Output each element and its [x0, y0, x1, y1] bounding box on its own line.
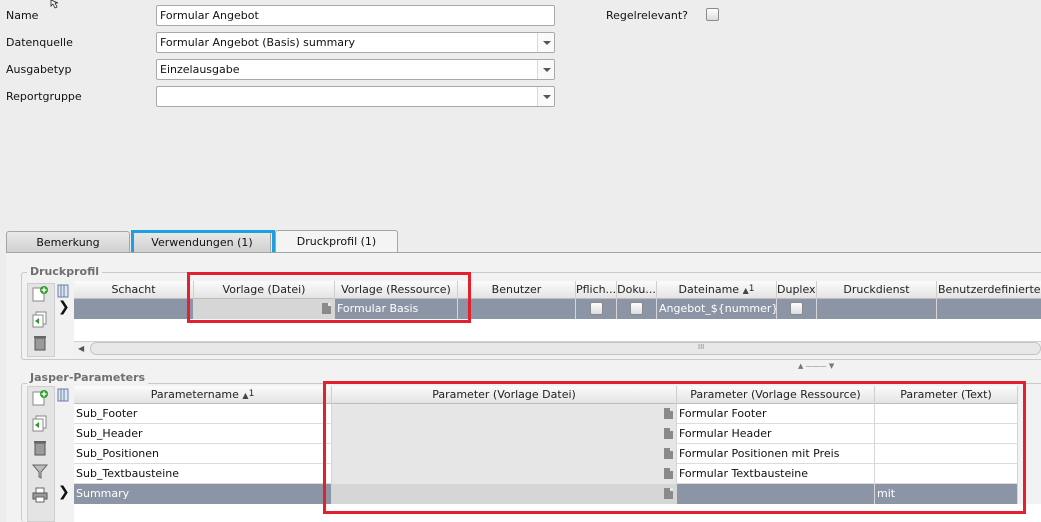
sort-order: 1 [248, 389, 255, 399]
cell-doku[interactable] [617, 299, 657, 319]
duplex-checkbox[interactable] [790, 302, 803, 315]
cell-dateiname[interactable]: Angebot_${nummer} [657, 299, 777, 319]
datenquelle-label: Datenquelle [6, 36, 73, 49]
cell-parametername[interactable]: Summary [74, 484, 332, 504]
filter-icon[interactable] [31, 462, 49, 480]
col-benutzer[interactable]: Benutzer [458, 281, 576, 299]
tab-druckprofil-label: Druckprofil (1) [296, 235, 377, 248]
column-chooser-icon[interactable] [57, 284, 69, 298]
ausgabetyp-select[interactable]: Einzelausgabe [156, 59, 555, 80]
pflicht-checkbox[interactable] [590, 302, 603, 315]
sort-order: 1 [748, 284, 755, 294]
column-chooser-icon[interactable] [57, 388, 69, 402]
druckprofil-title: Druckprofil [27, 265, 103, 278]
vorlage-highlight [187, 272, 471, 323]
cell-benutzerdefiniert[interactable] [937, 299, 1041, 319]
cell-pflicht[interactable] [576, 299, 617, 319]
current-row-marker-icon: ❯ [58, 484, 70, 500]
splitter-handle[interactable]: ▲ ——— ▼ [798, 362, 834, 370]
regelrelevant-checkbox[interactable] [706, 8, 719, 21]
col-parametername-label: Parametername [150, 388, 239, 401]
name-input[interactable]: Formular Angebot [156, 5, 555, 26]
jasper-title: Jasper-Parameters [27, 371, 149, 384]
scroll-left-icon[interactable]: ◀ [78, 344, 84, 353]
datenquelle-value: Formular Angebot (Basis) summary [160, 36, 356, 49]
col-dateiname-label: Dateiname [678, 283, 740, 296]
reportgruppe-label: Reportgruppe [6, 90, 82, 103]
add-row-icon[interactable] [31, 389, 49, 407]
cell-benutzer[interactable] [458, 299, 576, 319]
tab-bemerkung[interactable]: Bemerkung [6, 231, 130, 253]
current-row-marker-icon: ❯ [58, 299, 70, 315]
doku-checkbox[interactable] [630, 302, 643, 315]
chevron-down-icon[interactable] [537, 87, 554, 106]
col-duplex[interactable]: Duplex? [777, 281, 817, 299]
col-benutzerdefiniert[interactable]: Benutzerdefinierter Sc [937, 281, 1041, 299]
delete-row-icon[interactable] [31, 333, 49, 351]
col-pflicht[interactable]: Pflich... [576, 281, 617, 299]
tab-bemerkung-label: Bemerkung [36, 236, 100, 249]
copy-row-icon[interactable] [31, 310, 49, 328]
scroll-grip: III [698, 343, 705, 351]
delete-row-icon[interactable] [31, 438, 49, 456]
name-label: Name [6, 9, 39, 22]
add-row-icon[interactable] [31, 285, 49, 303]
jasper-parameter-highlight [323, 381, 1026, 514]
cell-parametername[interactable]: Sub_Textbausteine [74, 464, 332, 484]
name-value: Formular Angebot [160, 9, 259, 22]
cell-duplex[interactable] [777, 299, 817, 319]
regelrelevant-label: Regelrelevant? [606, 9, 688, 22]
cell-parametername[interactable]: Sub_Header [74, 424, 332, 444]
scrollbar-thumb[interactable] [90, 342, 1041, 355]
chevron-down-icon[interactable] [537, 33, 554, 52]
chevron-down-icon[interactable] [537, 60, 554, 79]
cursor-icon [50, 0, 59, 9]
col-doku[interactable]: Doku... [617, 281, 657, 299]
copy-row-icon[interactable] [31, 414, 49, 432]
reportgruppe-select[interactable] [156, 86, 555, 107]
ausgabetyp-value: Einzelausgabe [160, 63, 240, 76]
cell-parametername[interactable]: Sub_Footer [74, 404, 332, 424]
ausgabetyp-label: Ausgabetyp [6, 63, 72, 76]
datenquelle-select[interactable]: Formular Angebot (Basis) summary [156, 32, 555, 53]
cell-parametername[interactable]: Sub_Positionen [74, 444, 332, 464]
print-icon[interactable] [31, 486, 49, 504]
col-schacht[interactable]: Schacht [74, 281, 194, 299]
col-druckdienst[interactable]: Druckdienst [817, 281, 937, 299]
col-parametername[interactable]: Parametername ▲1 [74, 386, 332, 404]
cell-schacht[interactable] [74, 299, 194, 319]
col-dateiname[interactable]: Dateiname ▲1 [657, 281, 777, 299]
cell-druckdienst[interactable] [817, 299, 937, 319]
tab-druckprofil[interactable]: Druckprofil (1) [275, 230, 398, 253]
